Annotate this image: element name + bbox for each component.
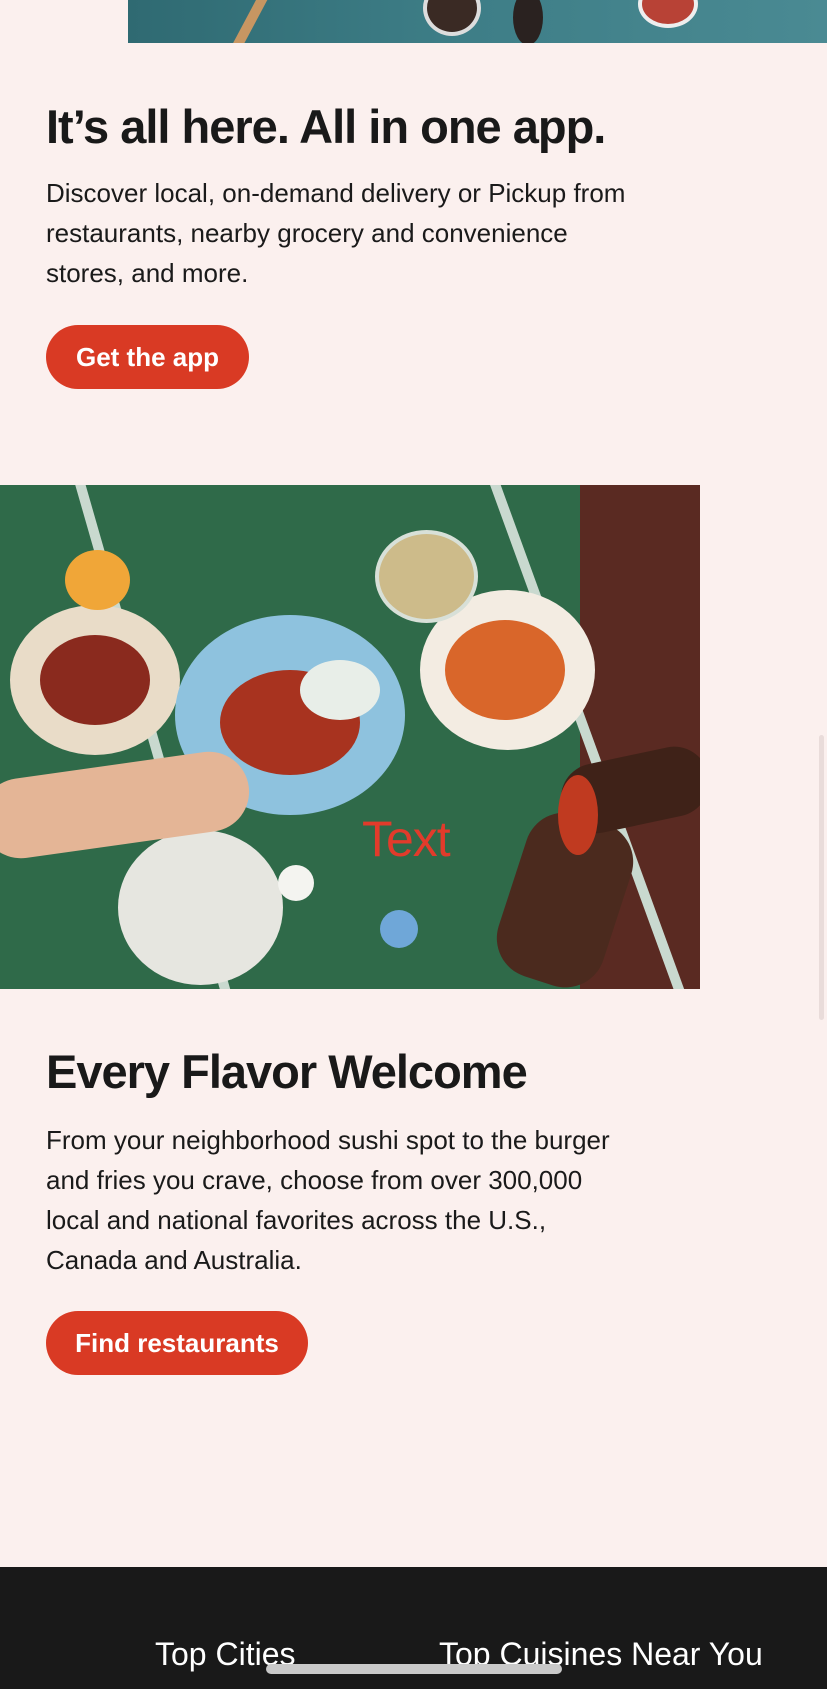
app-section-title: It’s all here. All in one app.: [46, 100, 606, 153]
scrollbar-thumb[interactable]: [819, 735, 824, 1020]
flavor-section-title: Every Flavor Welcome: [46, 1045, 528, 1098]
food-table-image: [0, 485, 700, 989]
flavor-section-description: From your neighborhood sushi spot to the…: [46, 1125, 610, 1275]
app-section-description: Discover local, on-demand delivery or Pi…: [46, 178, 626, 288]
get-the-app-button[interactable]: Get the app: [46, 325, 249, 389]
home-indicator: [266, 1664, 562, 1674]
find-restaurants-button[interactable]: Find restaurants: [46, 1311, 308, 1375]
image-overlay-text: Text: [362, 811, 451, 867]
top-banner-image: [128, 0, 827, 43]
